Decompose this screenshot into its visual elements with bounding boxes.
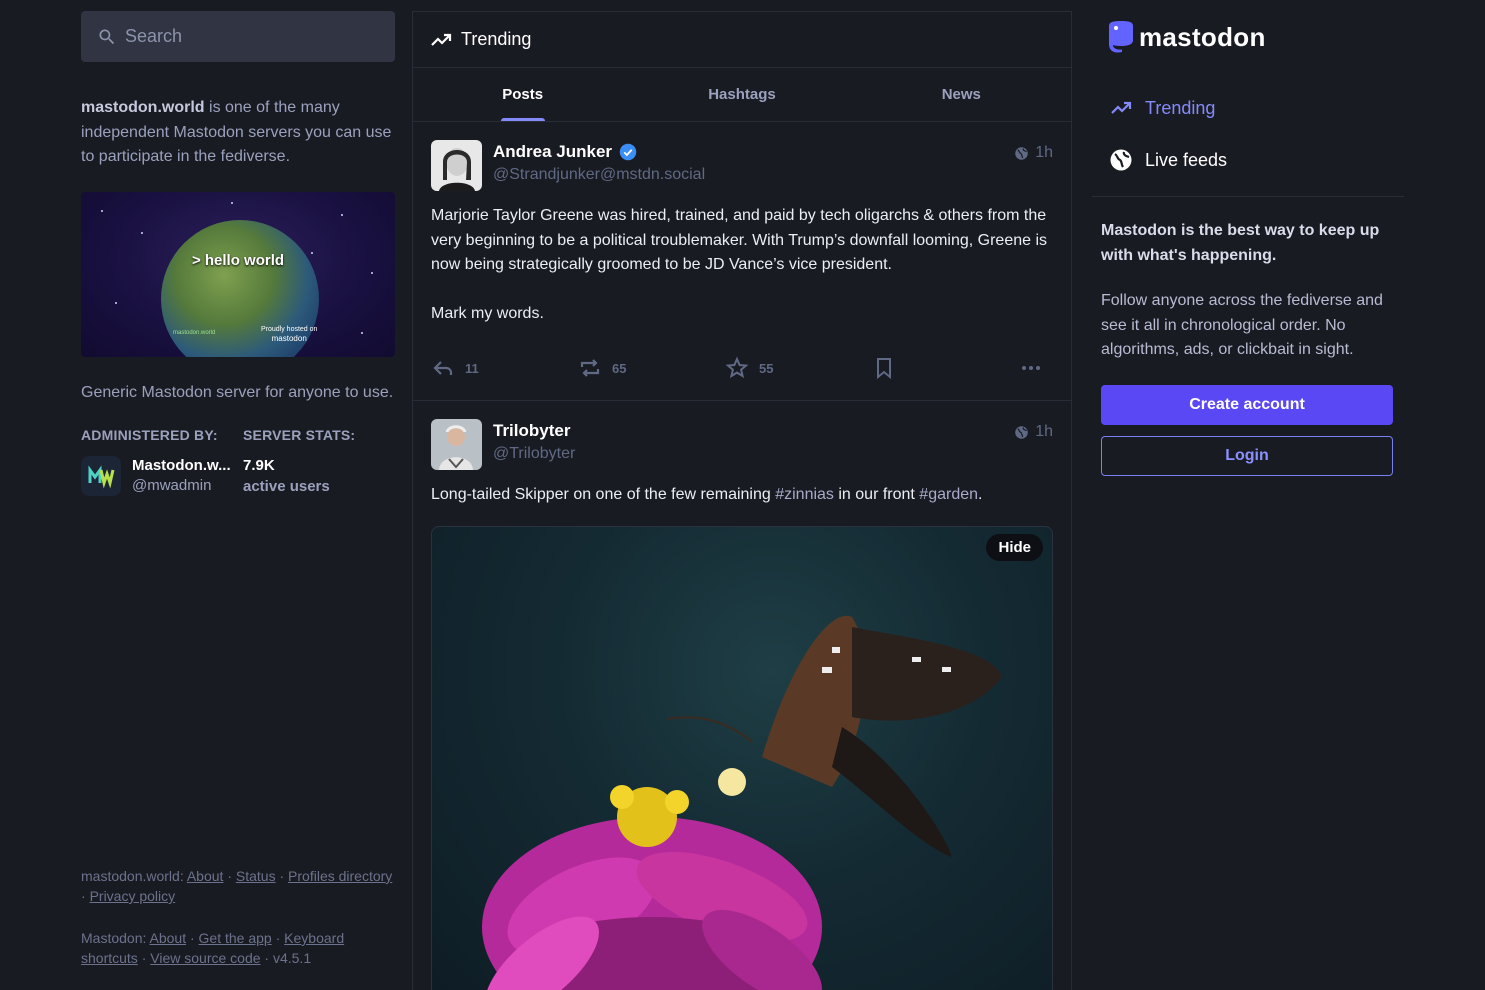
- admin-avatar[interactable]: [81, 455, 121, 496]
- promo-text: Follow anyone across the fediverse and s…: [1101, 292, 1383, 358]
- active-users-label: active users: [243, 477, 330, 495]
- footer-link-get-app[interactable]: Get the app: [199, 930, 272, 946]
- footer-link-source-code[interactable]: View source code: [150, 950, 260, 966]
- bookmark-button[interactable]: [872, 356, 1019, 380]
- mastodon-logo[interactable]: mastodon: [1105, 20, 1266, 54]
- promo-heading: Mastodon is the best way to keep up with…: [1101, 222, 1380, 264]
- post-meta[interactable]: 1h: [1014, 423, 1053, 441]
- server-stats-label: SERVER STATS:: [243, 426, 356, 443]
- reply-count: 11: [465, 360, 479, 376]
- create-account-button[interactable]: Create account: [1101, 384, 1393, 425]
- search-input[interactable]: [125, 26, 365, 47]
- post-time: 1h: [1035, 423, 1053, 440]
- boost-button[interactable]: 65: [578, 356, 725, 380]
- nav-live-feeds-label: Live feeds: [1145, 149, 1228, 170]
- boost-icon: [580, 359, 600, 377]
- main-navigation: Trending Live feeds: [1092, 82, 1404, 186]
- signup-promo: Mastodon is the best way to keep up with…: [1101, 219, 1401, 476]
- footer-link-status[interactable]: Status: [236, 868, 276, 884]
- butterfly-flower-photo: [482, 615, 1002, 990]
- server-description: Generic Mastodon server for anyone to us…: [81, 383, 394, 401]
- more-options-button[interactable]: [1019, 356, 1053, 380]
- column-title: Trending: [461, 29, 532, 49]
- server-domain: mastodon.world: [81, 99, 205, 116]
- footer-link-privacy-policy[interactable]: Privacy policy: [90, 888, 176, 904]
- footer: mastodon.world: About · Status · Profile…: [81, 866, 395, 968]
- footer-mastodon-links: Mastodon: About · Get the app · Keyboard…: [81, 930, 345, 966]
- more-icon: [1022, 366, 1040, 370]
- boost-count: 65: [612, 360, 627, 376]
- post-handle[interactable]: @Strandjunker@mstdn.social: [493, 164, 1014, 186]
- server-hero-image: > hello world mastodon.world Proudly hos…: [81, 191, 395, 357]
- search-icon: [99, 29, 115, 44]
- mastodon-logo-icon: [1109, 21, 1133, 53]
- active-users-count: 7.9K: [243, 456, 275, 474]
- post-display-name[interactable]: Trilobyter: [493, 419, 1014, 443]
- divider: [1092, 196, 1404, 197]
- tab-posts[interactable]: Posts: [413, 68, 632, 121]
- reply-icon: [433, 361, 453, 375]
- login-button[interactable]: Login: [1101, 435, 1393, 476]
- post-handle[interactable]: @Trilobyter: [493, 443, 1014, 465]
- star-icon: [725, 356, 749, 379]
- avatar[interactable]: [431, 140, 482, 191]
- bookmark-icon: [877, 358, 891, 380]
- avatar-portrait: [431, 140, 482, 191]
- tab-news[interactable]: News: [852, 68, 1071, 121]
- reply-button[interactable]: 11: [431, 356, 578, 380]
- post-time: 1h: [1035, 144, 1053, 161]
- footer-server-links: mastodon.world: About · Status · Profile…: [81, 868, 393, 904]
- globe-icon: [1015, 425, 1028, 439]
- hashtag-link[interactable]: #garden: [919, 486, 978, 503]
- right-sidebar: mastodon Trending Live feeds Mastodon is…: [1092, 0, 1404, 990]
- globe-icon: [1015, 146, 1028, 160]
- hero-server-label: mastodon.world: [173, 329, 216, 336]
- tab-hashtags[interactable]: Hashtags: [632, 68, 851, 121]
- hide-media-button[interactable]: Hide: [986, 533, 1043, 561]
- nav-trending[interactable]: Trending: [1092, 82, 1404, 134]
- administered-by-label: ADMINISTERED BY:: [81, 426, 218, 443]
- footer-link-mastodon-about[interactable]: About: [150, 930, 187, 946]
- admin-account[interactable]: Mastodon.w... @mwadmin: [81, 455, 243, 496]
- post-content: Long-tailed Skipper on one of the few re…: [431, 486, 983, 503]
- trending-icon: [431, 33, 452, 46]
- hashtag-link[interactable]: #zinnias: [775, 486, 834, 503]
- footer-link-profiles-directory[interactable]: Profiles directory: [288, 868, 392, 884]
- post-display-name[interactable]: Andrea Junker: [493, 140, 1014, 164]
- footer-link-about[interactable]: About: [187, 868, 224, 884]
- mastodon-logo-text: mastodon: [1139, 21, 1266, 52]
- post-header: Trilobyter @Trilobyter 1h: [431, 419, 1053, 470]
- column-header[interactable]: Trending: [413, 12, 1071, 68]
- trending-icon: [1111, 101, 1132, 114]
- globe-icon: [1110, 149, 1132, 171]
- post-media-image[interactable]: Hide: [431, 525, 1053, 990]
- nav-trending-label: Trending: [1145, 97, 1216, 118]
- favourite-count: 55: [759, 360, 774, 376]
- server-intro: mastodon.world is one of the many indepe…: [81, 96, 395, 170]
- avatar[interactable]: [431, 419, 482, 470]
- trending-tabs: Posts Hashtags News: [413, 68, 1071, 122]
- admin-handle: @mwadmin: [132, 476, 212, 494]
- avatar-portrait: [431, 419, 482, 470]
- verified-icon: [619, 143, 637, 161]
- mw-logo-icon: [88, 464, 115, 489]
- left-sidebar: mastodon.world is one of the many indepe…: [81, 11, 395, 990]
- post-content: Marjorie Taylor Greene was hired, traine…: [431, 207, 1048, 322]
- post-actions: 11 65 55: [431, 336, 1053, 400]
- trending-column: Trending Posts Hashtags News Andrea Junk…: [412, 11, 1072, 990]
- hero-text: > hello world: [191, 251, 285, 269]
- server-info: ADMINISTERED BY: Mastodon.w... @mwadmin …: [81, 427, 395, 498]
- admin-name: Mastodon.w...: [132, 456, 231, 474]
- post-meta[interactable]: 1h: [1014, 144, 1053, 162]
- post-header: Andrea Junker @Strandjunker@mstdn.social…: [431, 140, 1053, 191]
- favourite-button[interactable]: 55: [725, 356, 872, 380]
- post[interactable]: Andrea Junker @Strandjunker@mstdn.social…: [413, 122, 1071, 401]
- nav-live-feeds[interactable]: Live feeds: [1092, 134, 1404, 186]
- post[interactable]: Trilobyter @Trilobyter 1h Long-tailed Sk…: [413, 401, 1071, 990]
- search-box[interactable]: [81, 11, 395, 62]
- hero-hosted-label: Proudly hosted on mastodon: [261, 325, 318, 343]
- version-label: v4.5.1: [272, 950, 312, 966]
